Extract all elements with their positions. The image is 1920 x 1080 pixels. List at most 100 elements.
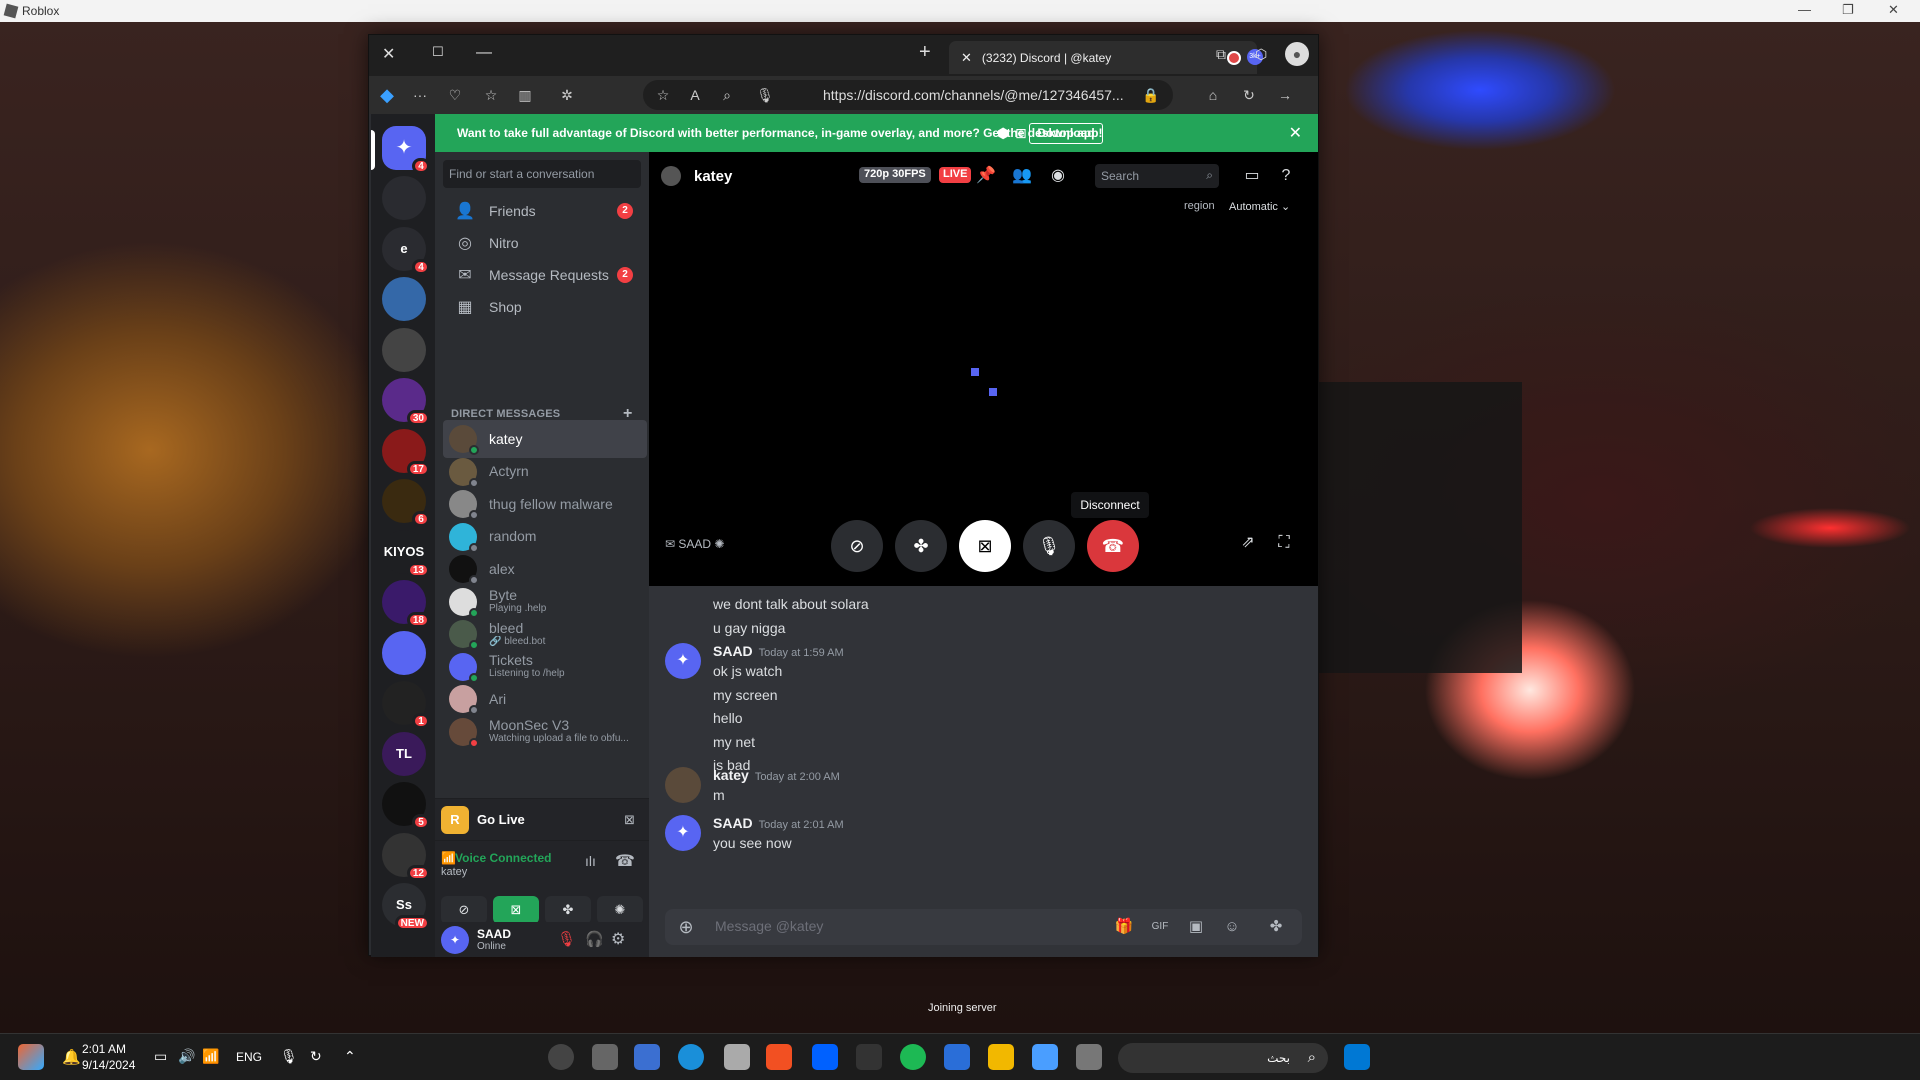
- noise-suppression-icon[interactable]: ılı: [585, 853, 596, 869]
- app-icon[interactable]: [592, 1044, 618, 1070]
- volume-icon[interactable]: 🔊: [178, 1048, 195, 1065]
- fullscreen-icon[interactable]: ⛶: [1273, 532, 1295, 554]
- mic-icon[interactable]: 🎙: [755, 85, 775, 105]
- android-icon[interactable]: ⬢: [997, 125, 1009, 142]
- new-tab-icon[interactable]: +: [919, 41, 931, 64]
- battery-icon[interactable]: ▭: [154, 1048, 167, 1065]
- call-search-input[interactable]: Search ⌕: [1095, 164, 1219, 188]
- clock-time[interactable]: 2:01 AM: [82, 1042, 126, 1056]
- app-icon[interactable]: [634, 1044, 660, 1070]
- edge-icon[interactable]: [678, 1044, 704, 1070]
- maximize-icon[interactable]: ❐: [1842, 2, 1854, 18]
- server-icon[interactable]: 30: [382, 378, 430, 426]
- notification-bell-icon[interactable]: 🔔: [62, 1048, 81, 1066]
- camera-off-icon[interactable]: ⊘: [441, 896, 487, 924]
- store-icon[interactable]: [766, 1044, 792, 1070]
- widgets-icon[interactable]: [18, 1044, 44, 1070]
- go-live-bar[interactable]: R Go Live ⊠: [435, 798, 649, 840]
- server-icon[interactable]: Ss NEW: [382, 883, 430, 931]
- taskbar-search[interactable]: بحث ⌕: [1118, 1043, 1328, 1073]
- server-icon[interactable]: 12: [382, 832, 430, 881]
- heart-icon[interactable]: ♡: [445, 85, 465, 105]
- tab-close-icon[interactable]: ✕: [961, 50, 972, 66]
- sync-icon[interactable]: ↻: [310, 1048, 322, 1065]
- message-author[interactable]: katey Today at 2:00 AM: [713, 767, 840, 783]
- server-icon[interactable]: 5: [382, 782, 430, 830]
- server-icon[interactable]: 18: [382, 580, 430, 628]
- activities-icon[interactable]: ✤: [545, 896, 591, 924]
- app-icon[interactable]: [856, 1044, 882, 1070]
- popout-icon[interactable]: ⇗: [1237, 532, 1259, 554]
- camera-toggle-button[interactable]: ⊘: [831, 520, 883, 572]
- banner-close-icon[interactable]: ✕: [1289, 123, 1302, 143]
- message-author[interactable]: SAAD Today at 1:59 AM: [713, 643, 844, 659]
- split-screen-icon[interactable]: ▥: [515, 85, 535, 105]
- chevron-up-icon[interactable]: ⌃: [344, 1048, 356, 1065]
- disconnect-call-icon[interactable]: ☎: [615, 851, 635, 871]
- refresh-icon[interactable]: ↻: [1239, 85, 1259, 105]
- home-icon[interactable]: ⌂: [1203, 85, 1223, 105]
- message-avatar[interactable]: ✦: [665, 815, 701, 851]
- activities-button[interactable]: ✤: [895, 520, 947, 572]
- extension-puzzle-icon[interactable]: ✲: [557, 85, 577, 105]
- zoom-icon[interactable]: ⌕: [717, 85, 737, 105]
- sticker-icon[interactable]: ▣: [1185, 916, 1207, 938]
- bookmark-star-icon[interactable]: ☆: [653, 85, 673, 105]
- server-icon[interactable]: TL: [382, 731, 426, 776]
- windows-icon[interactable]: ⊞: [1015, 125, 1027, 142]
- server-icon[interactable]: e4: [382, 226, 430, 275]
- message-avatar[interactable]: [665, 767, 701, 803]
- apps-icon[interactable]: ✤: [1265, 916, 1287, 938]
- gif-icon[interactable]: GIF: [1149, 916, 1171, 938]
- server-icon[interactable]: 6: [382, 479, 430, 527]
- emoji-icon[interactable]: ☺: [1221, 916, 1243, 938]
- app-icon[interactable]: [548, 1044, 574, 1070]
- clock-date[interactable]: 9/14/2024: [82, 1058, 135, 1072]
- discord-home-icon[interactable]: ✦ 4: [382, 126, 430, 174]
- lock-icon[interactable]: 🔒: [1141, 85, 1161, 105]
- forward-icon[interactable]: →: [1275, 85, 1295, 105]
- favorites-icon[interactable]: ☆: [481, 85, 501, 105]
- close-icon[interactable]: ✕: [1888, 2, 1899, 18]
- help-icon[interactable]: ?: [1275, 165, 1297, 187]
- server-icon[interactable]: KIYOS 13: [382, 529, 430, 578]
- inbox-icon[interactable]: ▭: [1241, 165, 1263, 187]
- profile-icon[interactable]: ●: [1285, 42, 1309, 66]
- settings-gear-icon[interactable]: ⚙: [611, 929, 625, 949]
- voice-channel[interactable]: katey: [441, 866, 467, 878]
- start-icon[interactable]: [1344, 1044, 1370, 1070]
- mute-mic-icon[interactable]: 🎙: [557, 930, 576, 948]
- browser-minimize-icon[interactable]: —: [476, 44, 492, 62]
- file-explorer-icon[interactable]: [988, 1044, 1014, 1070]
- pin-icon[interactable]: 📌: [975, 165, 997, 187]
- participant-tile[interactable]: ✉ SAAD ✺: [665, 537, 724, 551]
- user-avatar[interactable]: ✦: [441, 926, 469, 954]
- app-icon[interactable]: [944, 1044, 970, 1070]
- add-attachment-icon[interactable]: ⊕: [675, 916, 697, 938]
- add-friends-icon[interactable]: 👥: [1011, 165, 1033, 187]
- notepad-icon[interactable]: [1032, 1044, 1058, 1070]
- dm-item[interactable]: MoonSec V3 Watching upload a file to obfu…: [443, 713, 647, 751]
- nav-item-shop[interactable]: ▦ Shop: [443, 288, 641, 326]
- browser-close-icon[interactable]: ✕: [382, 44, 395, 64]
- download-button[interactable]: Download: [1029, 123, 1103, 144]
- address-bar[interactable]: ☆ A ⌕ 🎙 https://discord.com/channels/@me…: [643, 80, 1173, 110]
- app-icon[interactable]: [724, 1044, 750, 1070]
- find-conversation-input[interactable]: Find or start a conversation: [443, 160, 641, 188]
- go-live-icon[interactable]: ⊠: [624, 812, 635, 828]
- message-author[interactable]: SAAD Today at 2:01 AM: [713, 815, 844, 831]
- message-avatar[interactable]: ✦: [665, 643, 701, 679]
- headphones-icon[interactable]: 🎧: [585, 930, 604, 948]
- read-aloud-icon[interactable]: A: [685, 85, 705, 105]
- task-view-icon[interactable]: [1076, 1044, 1102, 1070]
- soundboard-icon[interactable]: ✺: [597, 896, 643, 924]
- message-composer[interactable]: ⊕ Message @katey 🎁 GIF ▣ ☺ ✤: [665, 909, 1302, 945]
- gift-icon[interactable]: 🎁: [1113, 916, 1135, 938]
- dropbox-icon[interactable]: [812, 1044, 838, 1070]
- browser-maximize-icon[interactable]: ☐: [432, 44, 444, 60]
- region-select[interactable]: Automatic ⌄: [1229, 200, 1290, 213]
- mic-toggle-button[interactable]: 🎙: [1023, 520, 1075, 572]
- server-icon[interactable]: 17: [382, 428, 430, 477]
- spotify-icon[interactable]: [900, 1044, 926, 1070]
- server-icon[interactable]: [382, 176, 426, 220]
